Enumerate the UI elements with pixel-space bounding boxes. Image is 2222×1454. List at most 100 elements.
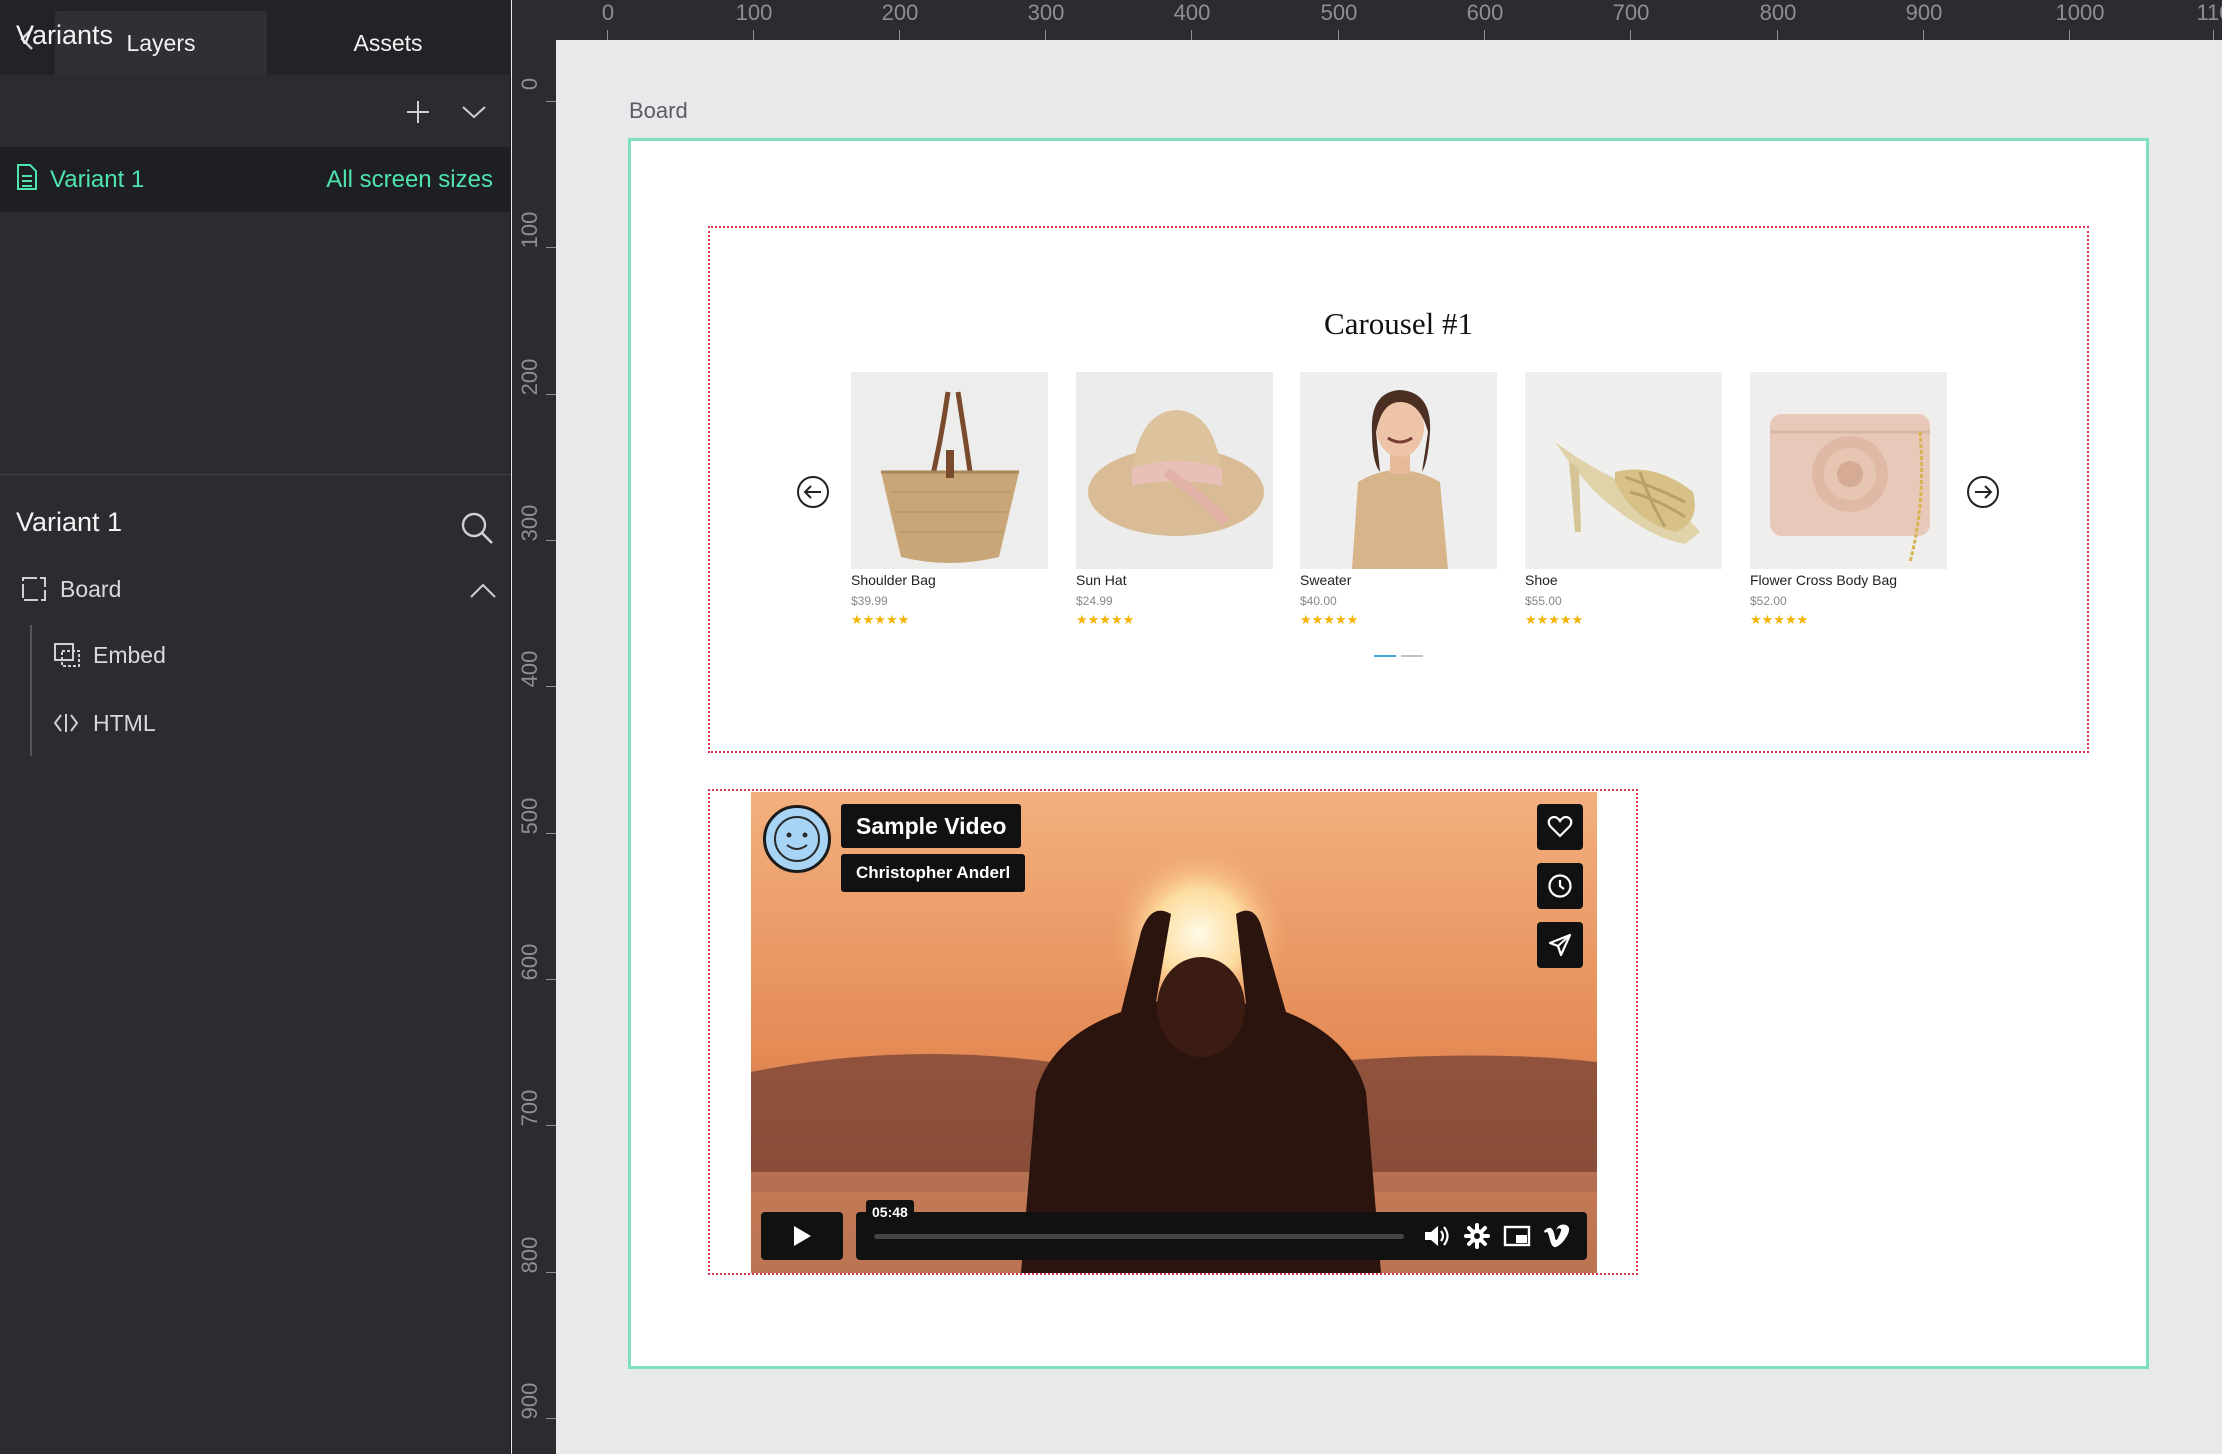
product-image-sweater[interactable]: [1300, 372, 1497, 569]
product-card[interactable]: Sun Hat $24.99 ★★★★★: [1076, 372, 1273, 628]
ruler-vertical[interactable]: 0 100 200 300 400 500 600 700 800 900: [512, 40, 556, 1454]
ruler-tick: 300: [1027, 0, 1065, 40]
ruler-tick: 0: [588, 0, 628, 40]
layer-html[interactable]: HTML: [0, 704, 511, 744]
frame-icon: [22, 577, 46, 601]
video-player[interactable]: Sample Video Christopher Anderl 05:48: [751, 792, 1597, 1273]
product-rating: ★★★★★: [1525, 612, 1584, 627]
carousel-next-button[interactable]: [1967, 476, 1999, 508]
product-card[interactable]: Flower Cross Body Bag $52.00 ★★★★★: [1750, 372, 1947, 628]
ruler-tick: 0: [512, 71, 556, 131]
layers-title: Variant 1: [16, 507, 123, 537]
product-card[interactable]: Shoe $55.00 ★★★★★: [1525, 372, 1722, 628]
settings-button[interactable]: [1462, 1221, 1492, 1251]
video-control-bar: 05:48: [856, 1200, 1587, 1260]
product-card[interactable]: Shoulder Bag $39.99 ★★★★★: [851, 372, 1048, 628]
product-image-shoe[interactable]: [1525, 372, 1722, 569]
ruler-tick: 1000: [2050, 0, 2110, 40]
document-icon: [17, 164, 37, 190]
ruler-tick: 100: [512, 212, 556, 277]
board-label[interactable]: Board: [629, 98, 688, 124]
ruler-tick: 600: [1466, 0, 1504, 40]
volume-button[interactable]: [1422, 1221, 1452, 1251]
product-image-sun-hat[interactable]: [1076, 372, 1273, 569]
product-name: Sun Hat: [1076, 572, 1127, 588]
chevron-up-icon[interactable]: [469, 582, 497, 600]
variants-title: Variants: [16, 20, 114, 50]
carousel-prev-button[interactable]: [797, 476, 829, 508]
ruler-tick: 300: [512, 505, 556, 570]
clock-icon: [1548, 874, 1572, 898]
variant-row[interactable]: Variant 1 All screen sizes: [0, 147, 511, 212]
product-rating: ★★★★★: [1076, 612, 1135, 627]
product-name: Flower Cross Body Bag: [1750, 572, 1898, 588]
share-button[interactable]: [1537, 922, 1583, 968]
variant-row-sizes: All screen sizes: [326, 166, 493, 193]
ruler-tick: 700: [1612, 0, 1650, 40]
ruler-tick: 800: [512, 1237, 556, 1302]
plus-icon: [407, 101, 429, 123]
ruler-tick: 100: [735, 0, 773, 40]
code-diamond-icon: [53, 714, 79, 732]
layer-label: Board: [60, 576, 122, 602]
product-image-flower-bag[interactable]: [1750, 372, 1947, 569]
ruler-tick: 200: [512, 359, 556, 424]
product-price: $39.99: [851, 594, 888, 608]
time-tooltip: 05:48: [866, 1200, 914, 1230]
product-name: Shoe: [1525, 572, 1558, 588]
play-button[interactable]: [761, 1212, 843, 1260]
video-controls: 05:48: [761, 1200, 1587, 1260]
add-variant-button[interactable]: [400, 94, 436, 130]
tab-assets[interactable]: Assets: [282, 11, 494, 75]
pagination-dot[interactable]: [1401, 655, 1423, 657]
ruler-tick: 200: [881, 0, 919, 40]
layer-label: Embed: [93, 642, 166, 668]
arrow-right-icon: [1975, 485, 1993, 499]
embed-icon: [54, 643, 80, 667]
layer-board[interactable]: Board: [0, 570, 511, 610]
ruler-tick: 400: [512, 651, 556, 716]
ruler-tick: 900: [512, 1383, 556, 1448]
video-author[interactable]: Christopher Anderl: [841, 854, 1026, 892]
smiley-icon: [774, 816, 820, 862]
ruler-tick: 900: [1905, 0, 1943, 40]
product-image-shoulder-bag[interactable]: [851, 372, 1048, 569]
vimeo-logo-button[interactable]: [1542, 1221, 1572, 1251]
variants-collapse-button[interactable]: [456, 94, 492, 130]
video-title[interactable]: Sample Video: [841, 804, 1022, 848]
author-avatar[interactable]: [763, 805, 831, 873]
layer-label: HTML: [93, 710, 156, 736]
volume-icon: [1425, 1226, 1449, 1246]
product-rating: ★★★★★: [1750, 612, 1809, 627]
product-price: $55.00: [1525, 594, 1562, 608]
like-button[interactable]: [1537, 804, 1583, 850]
vimeo-icon: [1544, 1224, 1570, 1248]
ruler-tick: 600: [512, 944, 556, 1009]
progress-track[interactable]: 05:48: [866, 1200, 1404, 1239]
ruler-tick: 700: [512, 1090, 556, 1155]
product-card[interactable]: Sweater $40.00 ★★★★★: [1300, 372, 1497, 628]
product-price: $40.00: [1300, 594, 1337, 608]
product-price: $52.00: [1750, 594, 1787, 608]
ruler-tick: 500: [1320, 0, 1358, 40]
product-rating: ★★★★★: [1300, 612, 1359, 627]
chevron-down-icon: [462, 106, 486, 119]
watch-later-button[interactable]: [1537, 863, 1583, 909]
heart-icon: [1547, 815, 1573, 838]
carousel-title: Carousel #1: [1324, 306, 1473, 341]
search-icon: [461, 512, 493, 544]
pip-icon: [1503, 1225, 1531, 1247]
ruler-corner: [512, 0, 556, 40]
picture-in-picture-button[interactable]: [1502, 1221, 1532, 1251]
product-name: Shoulder Bag: [851, 572, 936, 588]
ruler-tick: 400: [1173, 0, 1211, 40]
ruler-tick: 110: [2194, 0, 2222, 40]
arrow-left-icon: [803, 485, 821, 499]
layers-search-button[interactable]: [459, 510, 495, 546]
pagination-dot-active[interactable]: [1374, 655, 1396, 657]
variant-row-name: Variant 1: [50, 166, 145, 193]
layer-embed[interactable]: Embed: [0, 636, 511, 676]
product-name: Sweater: [1300, 572, 1352, 588]
ruler-horizontal[interactable]: 0 100 200 300 400 500 600 700 800 900 10…: [512, 0, 2222, 40]
gear-icon: [1464, 1223, 1490, 1249]
